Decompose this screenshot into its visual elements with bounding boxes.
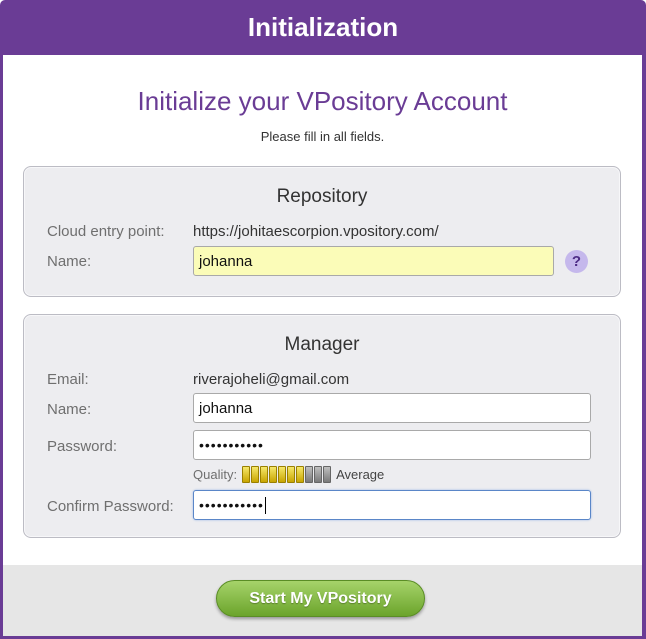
initialization-window: Initialization Initialize your VPository…: [0, 0, 646, 639]
repository-name-label: Name:: [47, 253, 92, 270]
cloud-entry-value: https://johitaescorpion.vpository.com/: [193, 223, 439, 240]
quality-segment: [305, 466, 314, 483]
quality-label: Quality:: [193, 467, 238, 482]
quality-segment: [260, 466, 269, 483]
confirm-password-value: •••••••••••: [199, 497, 264, 513]
page-subheading: Please fill in all fields.: [260, 129, 385, 144]
password-value: •••••••••••: [199, 437, 264, 453]
page-heading: Initialize your VPository Account: [137, 86, 508, 116]
form-content: Initialize your VPository Account Please…: [3, 55, 642, 565]
window-title: Initialization: [247, 12, 399, 42]
cloud-entry-label: Cloud entry point:: [47, 223, 165, 240]
repository-name-value: johanna: [199, 252, 253, 270]
quality-segment: [314, 466, 323, 483]
password-quality-meter: Quality: Average: [193, 466, 384, 483]
quality-segment: [251, 466, 260, 483]
start-button[interactable]: Start My VPository: [216, 580, 425, 617]
repository-name-input[interactable]: johanna: [193, 246, 554, 276]
manager-panel: Manager Email: riverajoheli@gmail.com Na…: [23, 314, 621, 538]
quality-bars: [242, 466, 332, 483]
quality-segment: [323, 466, 332, 483]
footer-bar: Start My VPository: [3, 565, 642, 636]
confirm-password-label: Confirm Password:: [47, 498, 174, 515]
quality-segment: [287, 466, 296, 483]
quality-text: Average: [336, 467, 385, 482]
repository-title: Repository: [276, 186, 368, 207]
email-label: Email:: [47, 371, 89, 388]
manager-title: Manager: [284, 334, 360, 355]
quality-segment: [278, 466, 287, 483]
manager-name-value: johanna: [199, 399, 253, 417]
quality-segment: [269, 466, 278, 483]
email-value: riverajoheli@gmail.com: [193, 371, 350, 388]
confirm-password-input[interactable]: •••••••••••: [193, 490, 591, 520]
manager-name-label: Name:: [47, 401, 92, 418]
help-icon[interactable]: ?: [565, 250, 588, 273]
quality-segment: [296, 466, 305, 483]
manager-name-input[interactable]: johanna: [193, 393, 591, 423]
repository-panel: Repository Cloud entry point: https://jo…: [23, 166, 621, 297]
text-caret: [264, 496, 266, 514]
quality-segment: [242, 466, 251, 483]
password-input[interactable]: •••••••••••: [193, 430, 591, 460]
password-label: Password:: [47, 438, 118, 455]
